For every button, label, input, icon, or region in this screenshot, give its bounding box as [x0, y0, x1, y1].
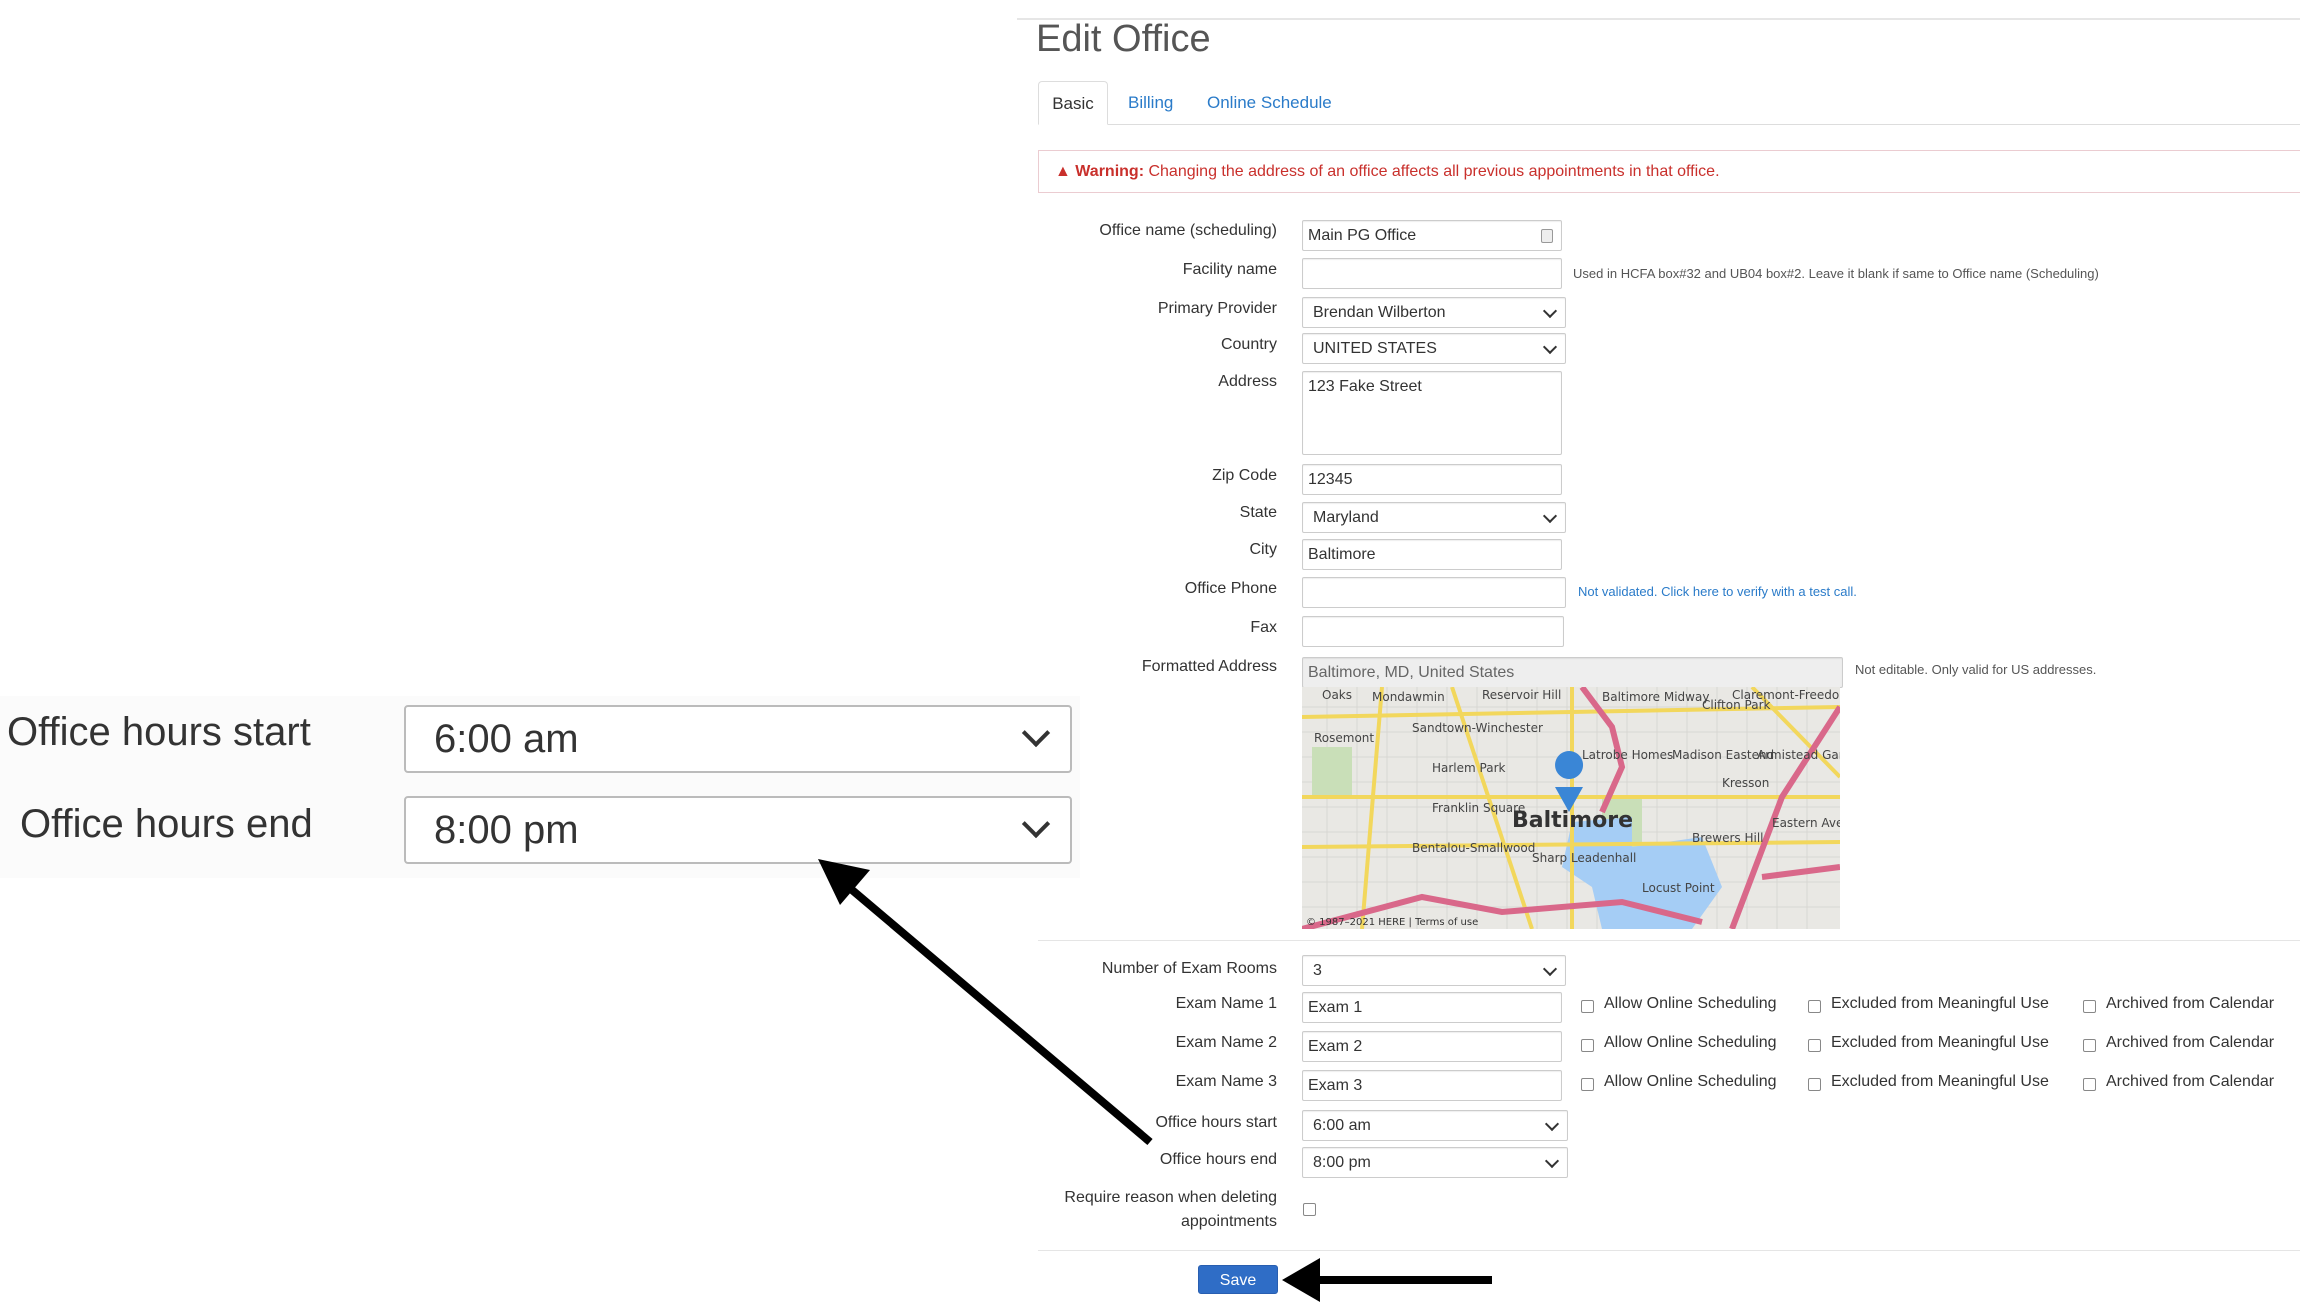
tab-divider: [1038, 124, 2300, 125]
fax-input[interactable]: [1302, 616, 1564, 647]
city-label: City: [1249, 541, 1277, 558]
inset-hours-end-select: 8:00 pm: [404, 796, 1072, 864]
require-reason-label: Require reason when deleting appointments: [1064, 1186, 1277, 1234]
fax-label: Fax: [1250, 619, 1277, 636]
map-neighborhood-label: Bentalou-Smallwood: [1412, 841, 1535, 855]
save-button[interactable]: Save: [1198, 1265, 1278, 1294]
warning-alert: ▲ Warning: Changing the address of an of…: [1038, 150, 2300, 193]
primary-provider-label: Primary Provider: [1157, 300, 1277, 317]
allow-online-scheduling-label: Allow Online Scheduling: [1604, 995, 1777, 1012]
archived-from-calendar-checkbox[interactable]: [2083, 1078, 2096, 1091]
archived-from-calendar-checkbox[interactable]: [2083, 1000, 2096, 1013]
map-city-label: Baltimore: [1512, 808, 1633, 833]
map-neighborhood-label: Latrobe Homes: [1582, 748, 1673, 762]
allow-online-scheduling-checkbox[interactable]: [1581, 1039, 1594, 1052]
map-neighborhood-label: Oaks: [1322, 688, 1352, 702]
section-divider: [1038, 940, 2300, 941]
require-reason-label-line2: appointments: [1180, 1213, 1277, 1230]
warning-text: Changing the address of an office affect…: [1144, 163, 1720, 180]
excluded-meaningful-use-checkbox[interactable]: [1808, 1039, 1821, 1052]
map-neighborhood-label: Reservoir Hill: [1482, 688, 1561, 702]
formatted-address-label: Formatted Address: [1141, 658, 1277, 675]
country-label: Country: [1220, 336, 1277, 353]
map-neighborhood-label: Mondawmin: [1372, 690, 1445, 704]
verify-phone-link[interactable]: Not validated. Click here to verify with…: [1578, 584, 1857, 599]
warning-triangle-icon: ▲: [1055, 163, 1071, 180]
map-park: [1312, 747, 1352, 797]
zip-label: Zip Code: [1212, 467, 1277, 484]
warning-label: Warning:: [1075, 163, 1145, 180]
exam-name-input[interactable]: Exam 2: [1302, 1031, 1562, 1062]
hours-end-label: Office hours end: [1159, 1151, 1277, 1168]
map-neighborhood-label: Armistead Gardens: [1757, 748, 1840, 762]
tab-billing[interactable]: Billing: [1128, 81, 1173, 125]
map-canvas: Oaks Mondawmin Reservoir Hill Baltimore Mid…: [1302, 687, 1840, 929]
office-name-value: Main PG Office: [1308, 227, 1417, 244]
office-name-input[interactable]: Main PG Office: [1302, 220, 1562, 251]
exam-rooms-label: Number of Exam Rooms: [1101, 960, 1277, 977]
exam-name-input[interactable]: Exam 1: [1302, 992, 1562, 1023]
inset-hours-start-label: Office hours start: [7, 710, 311, 754]
inset-hours-end-label: Office hours end: [20, 802, 313, 846]
archived-from-calendar-label: Archived from Calendar: [2106, 1073, 2275, 1090]
require-reason-label-line1: Require reason when deleting: [1064, 1189, 1277, 1206]
excluded-meaningful-use-checkbox[interactable]: [1808, 1078, 1821, 1091]
primary-provider-select[interactable]: Brendan Wilberton: [1302, 297, 1566, 328]
map-neighborhood-label: Rosemont: [1314, 731, 1374, 745]
zip-input[interactable]: 12345: [1302, 464, 1562, 495]
footer-divider: [1038, 1250, 2300, 1251]
page-title: Edit Office: [1036, 18, 1211, 60]
map-neighborhood-label: Eastern Ave: [1772, 816, 1840, 830]
map-neighborhood-label: Brewers Hill: [1692, 831, 1764, 845]
allow-online-scheduling-checkbox[interactable]: [1581, 1078, 1594, 1091]
state-select[interactable]: Maryland: [1302, 502, 1566, 533]
map-neighborhood-label: Sharp Leadenhall: [1532, 851, 1636, 865]
map-neighborhood-label: Sandtown-Winchester: [1412, 721, 1543, 735]
allow-online-scheduling-label: Allow Online Scheduling: [1604, 1034, 1777, 1051]
map-copyright: © 1987–2021 HERE | Terms of use: [1306, 917, 1478, 928]
address-label: Address: [1218, 373, 1277, 390]
map-neighborhood-label: Baltimore Midway: [1602, 690, 1709, 704]
exam-name-label: Exam Name 3: [1175, 1073, 1277, 1090]
exam-rooms-select[interactable]: 3: [1302, 955, 1566, 986]
excluded-meaningful-use-label: Excluded from Meaningful Use: [1831, 1073, 2049, 1090]
facility-name-label: Facility name: [1182, 261, 1277, 278]
tab-basic[interactable]: Basic: [1038, 81, 1108, 125]
exam-name-label: Exam Name 1: [1175, 995, 1277, 1012]
map-neighborhood-label: Claremont-Freedom: [1732, 688, 1840, 702]
map-neighborhood-label: Harlem Park: [1432, 761, 1506, 775]
exam-name-label: Exam Name 2: [1175, 1034, 1277, 1051]
facility-name-input[interactable]: [1302, 258, 1562, 289]
excluded-meaningful-use-label: Excluded from Meaningful Use: [1831, 995, 2049, 1012]
archived-from-calendar-label: Archived from Calendar: [2106, 1034, 2275, 1051]
facility-name-help: Used in HCFA box#32 and UB04 box#2. Leav…: [1573, 266, 2099, 281]
office-name-label: Office name (scheduling): [1099, 222, 1277, 239]
excluded-meaningful-use-label: Excluded from Meaningful Use: [1831, 1034, 2049, 1051]
address-textarea[interactable]: 123 Fake Street: [1302, 371, 1562, 455]
contact-card-icon: [1541, 229, 1553, 243]
allow-online-scheduling-label: Allow Online Scheduling: [1604, 1073, 1777, 1090]
phone-input[interactable]: [1302, 577, 1566, 608]
phone-label: Office Phone: [1184, 580, 1277, 597]
hours-end-select[interactable]: 8:00 pm: [1302, 1147, 1568, 1178]
city-input[interactable]: Baltimore: [1302, 539, 1562, 570]
country-select[interactable]: UNITED STATES: [1302, 333, 1566, 364]
require-reason-checkbox[interactable]: [1303, 1203, 1316, 1216]
archived-from-calendar-label: Archived from Calendar: [2106, 995, 2275, 1012]
map-neighborhood-label: Kresson: [1722, 776, 1769, 790]
excluded-meaningful-use-checkbox[interactable]: [1808, 1000, 1821, 1013]
allow-online-scheduling-checkbox[interactable]: [1581, 1000, 1594, 1013]
hours-start-select[interactable]: 6:00 am: [1302, 1110, 1568, 1141]
formatted-address-input: Baltimore, MD, United States: [1302, 657, 1843, 688]
state-label: State: [1239, 504, 1277, 521]
exam-name-input[interactable]: Exam 3: [1302, 1070, 1562, 1101]
archived-from-calendar-checkbox[interactable]: [2083, 1039, 2096, 1052]
zoomed-inset: Office hours start 6:00 am Office hours …: [0, 696, 1080, 878]
inset-hours-start-select: 6:00 am: [404, 705, 1072, 773]
location-map[interactable]: Oaks Mondawmin Reservoir Hill Baltimore Mid…: [1302, 687, 1840, 929]
hours-start-label: Office hours start: [1155, 1114, 1277, 1131]
tab-online-schedule[interactable]: Online Schedule: [1207, 81, 1332, 125]
map-neighborhood-label: Locust Point: [1642, 881, 1715, 895]
formatted-address-help: Not editable. Only valid for US addresse…: [1855, 662, 2097, 677]
